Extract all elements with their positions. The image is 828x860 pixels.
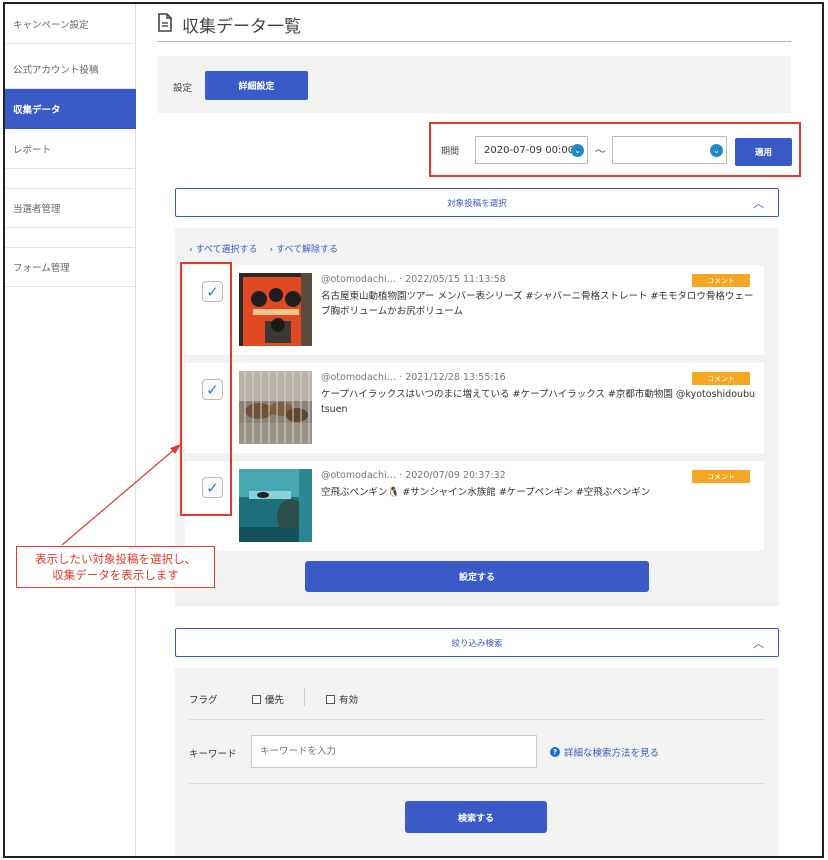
post-thumbnail bbox=[239, 273, 312, 346]
post-thumbnail bbox=[239, 371, 312, 444]
sidebar-item-label: キャンペーン設定 bbox=[13, 19, 89, 31]
sidebar-item-form-management[interactable]: フォーム管理 bbox=[5, 247, 136, 287]
post-text: ケープハイラックスはいつのまに増えている #ケープハイラックス #京都市動物園 … bbox=[321, 389, 756, 415]
comment-badge: コメント bbox=[692, 372, 750, 385]
chevron-up-icon: ︿ bbox=[753, 637, 764, 650]
annotation-line: 表示したい対象投稿を選択し、 bbox=[35, 552, 196, 566]
sidebar-item-label: 公式アカウント投稿 bbox=[13, 64, 99, 76]
sidebar-item-collected-data[interactable]: 収集データ bbox=[5, 89, 136, 129]
target-posts-accordion[interactable]: 対象投稿を選択 ︿ bbox=[175, 188, 779, 217]
accordion-label: 対象投稿を選択 bbox=[447, 198, 507, 209]
post-meta: @otomodachi… · 2021/12/28 13:55:16 bbox=[321, 372, 506, 383]
filter-divider bbox=[189, 783, 764, 784]
sidebar-item-label: フォーム管理 bbox=[13, 263, 70, 274]
post-card: ✓ @otomodachi… · 2020/07/09 20:37:32 空飛ぶ… bbox=[185, 461, 764, 551]
period-start-select[interactable]: 2020-07-09 00:00 ⌄ bbox=[475, 136, 588, 164]
sidebar-item-label: 当選者管理 bbox=[13, 204, 61, 215]
sidebar-item-label: 収集データ bbox=[13, 105, 61, 116]
chevron-down-icon: ⌄ bbox=[571, 144, 584, 157]
flag-priority-label: 優先 bbox=[265, 695, 285, 706]
keyword-label: キーワード bbox=[189, 749, 237, 760]
selection-links: › すべて選択する › すべて解除する bbox=[189, 242, 338, 255]
annotation-highlight-box bbox=[180, 262, 232, 516]
select-all-link[interactable]: › すべて選択する bbox=[189, 242, 257, 255]
flag-priority-checkbox[interactable]: 優先 bbox=[252, 692, 284, 706]
sidebar-item-report[interactable]: レポート bbox=[5, 129, 136, 169]
detail-settings-button[interactable]: 詳細設定 bbox=[205, 71, 308, 100]
post-thumbnail bbox=[239, 469, 312, 542]
period-start-value: 2020-07-09 00:00 bbox=[484, 144, 575, 156]
search-help-link[interactable]: ? 詳細な検索方法を見る bbox=[550, 745, 659, 759]
accordion-label: 絞り込み検索 bbox=[451, 638, 503, 649]
flag-valid-checkbox[interactable]: 有効 bbox=[326, 692, 358, 706]
post-meta: @otomodachi… · 2022/05/15 11:13:58 bbox=[321, 274, 506, 285]
search-button[interactable]: 検索する bbox=[405, 801, 547, 833]
period-label: 期間 bbox=[441, 147, 460, 157]
chevron-up-icon: ︿ bbox=[753, 197, 764, 210]
sidebar-item-winner-management[interactable]: 当選者管理 bbox=[5, 188, 136, 228]
sidebar-item-official-posts[interactable]: 公式アカウント投稿 bbox=[5, 49, 136, 89]
post-text: 名古屋東山動植物園ツアー メンバー表シリーズ #シャバーニ骨格ストレート #モモ… bbox=[321, 291, 754, 317]
sidebar: キャンペーン設定 公式アカウント投稿 収集データ レポート 当選者管理 フォーム… bbox=[5, 4, 136, 856]
keyword-input[interactable] bbox=[251, 735, 537, 768]
filter-panel: フラグ 優先 有効 キーワード ? 詳細な検索方法を見る 検索する bbox=[175, 668, 779, 856]
period-filter: 期間 2020-07-09 00:00 ⌄ 〜 ⌄ 適用 bbox=[429, 122, 801, 177]
comment-badge: コメント bbox=[692, 470, 750, 483]
deselect-all-link[interactable]: › すべて解除する bbox=[269, 242, 337, 255]
flag-label: フラグ bbox=[189, 695, 218, 706]
filter-divider bbox=[189, 719, 764, 720]
checkbox-icon bbox=[252, 694, 261, 704]
sidebar-item-label: レポート bbox=[13, 144, 52, 156]
search-help-label: 詳細な検索方法を見る bbox=[564, 748, 660, 759]
annotation-line: 収集データを表示します bbox=[52, 568, 179, 582]
filter-accordion[interactable]: 絞り込み検索 ︿ bbox=[175, 628, 779, 657]
period-end-select[interactable]: ⌄ bbox=[612, 136, 727, 164]
annotation-callout: 表示したい対象投稿を選択し、 収集データを表示します bbox=[16, 546, 215, 588]
post-card: ✓ @otomodachi… · 2022/05/15 11:13:58 名古屋… bbox=[185, 265, 764, 355]
post-card: ✓ @otomodachi… · 2021/12/28 13:55:16 ケープ… bbox=[185, 363, 764, 453]
main-content: 収集データ一覧 設定 詳細設定 期間 2020-07-09 00:00 ⌄ 〜 … bbox=[137, 4, 822, 856]
page-header: 収集データ一覧 bbox=[157, 12, 301, 37]
help-icon: ? bbox=[550, 747, 560, 757]
checkbox-icon bbox=[326, 694, 335, 704]
post-meta: @otomodachi… · 2020/07/09 20:37:32 bbox=[321, 470, 506, 481]
title-divider bbox=[157, 41, 791, 42]
apply-selection-button[interactable]: 設定する bbox=[305, 561, 649, 592]
post-text: 空飛ぶペンギン🐧 #サンシャイン水族館 #ケープペンギン #空飛ぶペンギン bbox=[321, 487, 651, 498]
target-posts-panel: › すべて選択する › すべて解除する ✓ @otomodachi… · 202… bbox=[175, 228, 779, 606]
settings-label: 設定 bbox=[173, 83, 193, 94]
page-title: 収集データ一覧 bbox=[182, 17, 301, 37]
period-separator: 〜 bbox=[595, 145, 606, 158]
comment-badge: コメント bbox=[692, 274, 750, 287]
settings-bar: 設定 詳細設定 bbox=[157, 56, 791, 113]
screenshot-frame: キャンペーン設定 公式アカウント投稿 収集データ レポート 当選者管理 フォーム… bbox=[3, 2, 824, 858]
flag-divider bbox=[304, 688, 305, 706]
chevron-down-icon: ⌄ bbox=[710, 144, 723, 157]
sidebar-item-campaign-settings[interactable]: キャンペーン設定 bbox=[5, 4, 136, 44]
flag-valid-label: 有効 bbox=[339, 695, 359, 706]
document-icon bbox=[157, 13, 173, 36]
apply-button[interactable]: 適用 bbox=[735, 138, 792, 166]
